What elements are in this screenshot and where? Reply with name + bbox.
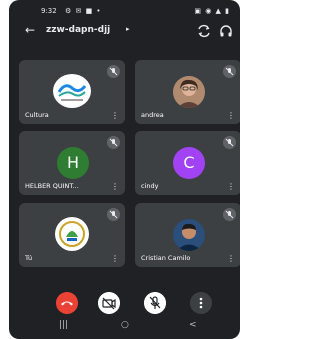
participant-tile-andrea[interactable]: andrea ⋮ <box>135 60 240 124</box>
initial-avatar: H <box>57 147 89 179</box>
mic-off-icon <box>223 65 236 78</box>
tile-more-icon[interactable]: ⋮ <box>227 112 235 120</box>
participant-name: HELBER QUINT... <box>25 182 79 190</box>
participant-tile-cultura[interactable]: Cultura ⋮ <box>19 60 125 124</box>
meeting-top-bar: ← zzw-dapn-djj ▸ <box>9 20 240 42</box>
recents-icon[interactable]: ||| <box>59 320 68 330</box>
tile-more-icon[interactable]: ⋮ <box>111 255 119 263</box>
tile-more-icon[interactable]: ⋮ <box>227 183 235 191</box>
participant-tile-cindy[interactable]: C cindy ⋮ <box>135 131 240 195</box>
system-nav-bar: ||| ○ < <box>9 320 240 336</box>
andrea-avatar <box>173 76 205 108</box>
participant-name: cindy <box>141 182 159 190</box>
tile-more-icon[interactable]: ⋮ <box>111 112 119 120</box>
call-controls <box>9 292 240 316</box>
back-icon[interactable]: < <box>189 320 197 330</box>
mic-off-icon <box>107 136 120 149</box>
tile-more-icon[interactable]: ⋮ <box>111 183 119 191</box>
back-arrow-icon[interactable]: ← <box>25 23 35 37</box>
mic-off-icon <box>223 136 236 149</box>
self-logo <box>55 217 89 251</box>
switch-camera-icon[interactable] <box>197 24 211 38</box>
mic-muted-button[interactable] <box>144 292 166 314</box>
chevron-right-icon[interactable]: ▸ <box>126 25 130 33</box>
participant-tile-cristian[interactable]: Cristian Camilo ⋮ <box>135 203 240 267</box>
cristian-avatar <box>173 219 205 251</box>
meet-call-screen: 9:32 ⚙ ✉ ■ • ▣ ◉ ▲ ▮ ← zzw-dapn-djj ▸ Cu… <box>9 0 240 339</box>
participant-name: Tú <box>25 254 33 262</box>
end-call-button[interactable] <box>56 292 78 314</box>
participant-tile-helber[interactable]: H HELBER QUINT... ⋮ <box>19 131 125 195</box>
cultura-logo <box>53 74 91 108</box>
more-options-button[interactable] <box>190 292 212 314</box>
participant-name: Cultura <box>25 111 49 119</box>
meeting-code[interactable]: zzw-dapn-djj <box>46 25 110 35</box>
mic-off-icon <box>107 65 120 78</box>
mic-off-icon <box>223 208 236 221</box>
camera-off-button[interactable] <box>98 292 120 314</box>
mic-off-icon <box>107 208 120 221</box>
headphones-icon[interactable] <box>219 24 233 38</box>
initial-avatar: C <box>173 147 205 179</box>
home-icon[interactable]: ○ <box>121 320 129 330</box>
notification-icons: ⚙ ✉ ■ • <box>65 7 102 15</box>
participant-tile-self[interactable]: Tú ⋮ <box>19 203 125 267</box>
system-status-icons: ▣ ◉ ▲ ▮ <box>194 7 230 15</box>
status-time: 9:32 <box>41 7 57 15</box>
status-bar: 9:32 ⚙ ✉ ■ • ▣ ◉ ▲ ▮ <box>9 6 240 18</box>
participant-name: Cristian Camilo <box>141 254 191 262</box>
participant-name: andrea <box>141 111 164 119</box>
tile-more-icon[interactable]: ⋮ <box>227 255 235 263</box>
